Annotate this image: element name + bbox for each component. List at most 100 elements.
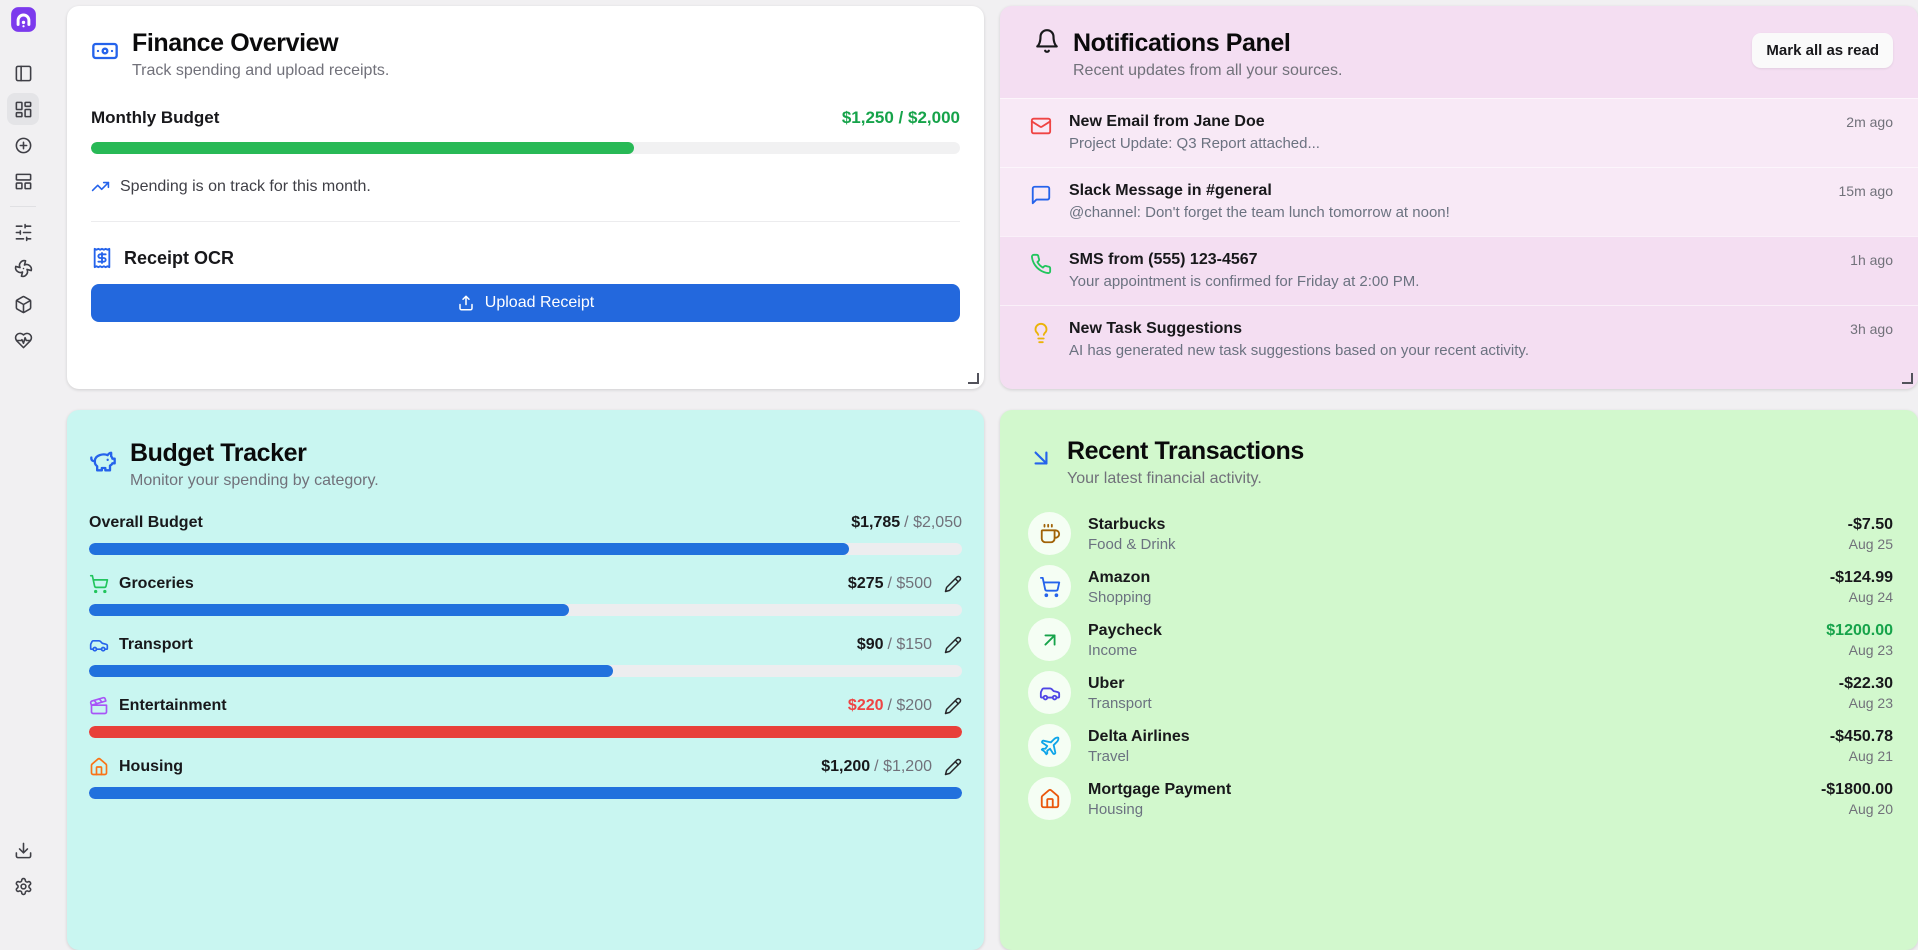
upload-receipt-button[interactable]: Upload Receipt bbox=[91, 284, 960, 322]
budget-title: Budget Tracker bbox=[130, 438, 379, 468]
transaction-name: Amazon bbox=[1088, 568, 1830, 587]
budget-row-housing: Housing $1,200/ $1,200 bbox=[89, 756, 962, 799]
budget-row-groceries: Groceries $275/ $500 bbox=[89, 573, 962, 616]
trending-up-icon bbox=[91, 177, 110, 196]
phone-icon bbox=[1030, 253, 1052, 275]
finance-subtitle: Track spending and upload receipts. bbox=[132, 61, 389, 80]
transaction-row-starbucks[interactable]: Starbucks Food & Drink -$7.50 Aug 25 bbox=[1028, 512, 1893, 555]
finance-title: Finance Overview bbox=[132, 28, 389, 58]
notification-title: SMS from (555) 123-4567 bbox=[1069, 250, 1850, 270]
app-logo-icon[interactable] bbox=[10, 6, 37, 33]
sidebar-item-layout-panels[interactable] bbox=[7, 165, 39, 197]
pencil-icon bbox=[944, 575, 962, 593]
notification-row-slack[interactable]: Slack Message in #general @channel: Don'… bbox=[1000, 167, 1918, 236]
edit-budget-button[interactable] bbox=[944, 575, 962, 593]
transaction-name: Mortgage Payment bbox=[1088, 780, 1821, 799]
sidebar-item-download[interactable] bbox=[7, 834, 39, 866]
pencil-icon bbox=[944, 758, 962, 776]
transaction-row-paycheck[interactable]: Paycheck Income $1200.00 Aug 23 bbox=[1028, 618, 1893, 661]
notifications-panel: Notifications Panel Recent updates from … bbox=[1000, 6, 1918, 389]
notification-row-email[interactable]: New Email from Jane Doe Project Update: … bbox=[1000, 98, 1918, 167]
sidebar bbox=[0, 0, 46, 912]
budget-row-label: Overall Budget bbox=[89, 514, 203, 532]
transaction-name: Uber bbox=[1088, 674, 1839, 693]
sidebar-item-add[interactable] bbox=[7, 129, 39, 161]
arrow-down-right-icon bbox=[1028, 445, 1054, 471]
finance-divider bbox=[91, 221, 960, 222]
sidebar-item-sliders[interactable] bbox=[7, 216, 39, 248]
transaction-row-delta[interactable]: Delta Airlines Travel -$450.78 Aug 21 bbox=[1028, 724, 1893, 767]
sidebar-item-fan[interactable] bbox=[7, 252, 39, 284]
banknote-icon bbox=[91, 37, 119, 65]
transaction-date: Aug 20 bbox=[1821, 801, 1893, 817]
notification-title: New Task Suggestions bbox=[1069, 319, 1850, 339]
edit-budget-button[interactable] bbox=[944, 697, 962, 715]
download-icon bbox=[14, 841, 33, 860]
budget-limit: / $200 bbox=[888, 697, 932, 714]
transaction-avatar bbox=[1028, 724, 1071, 767]
transaction-category: Housing bbox=[1088, 801, 1821, 818]
monthly-budget-progress-fill bbox=[91, 142, 634, 154]
budget-row-overall: Overall Budget $1,785/ $2,050 bbox=[89, 512, 962, 555]
budget-progressbar bbox=[89, 604, 962, 616]
transaction-amount: -$1800.00 bbox=[1821, 780, 1893, 799]
budget-progressbar bbox=[89, 787, 962, 799]
budget-tracker-panel: Budget Tracker Monitor your spending by … bbox=[67, 410, 984, 950]
transaction-amount: -$7.50 bbox=[1848, 515, 1893, 534]
transactions-title: Recent Transactions bbox=[1067, 436, 1304, 466]
coffee-icon bbox=[1039, 523, 1061, 545]
budget-spent: $1,785 bbox=[851, 514, 900, 531]
heart-pulse-icon bbox=[14, 331, 33, 350]
transaction-name: Paycheck bbox=[1088, 621, 1826, 640]
package-icon bbox=[14, 295, 33, 314]
shopping-cart-icon bbox=[1039, 576, 1061, 598]
transaction-date: Aug 23 bbox=[1839, 695, 1893, 711]
lightbulb-icon bbox=[1030, 322, 1052, 344]
transactions-subtitle: Your latest financial activity. bbox=[1067, 469, 1304, 488]
panel-resize-handle[interactable] bbox=[1902, 373, 1913, 384]
transaction-category: Transport bbox=[1088, 695, 1839, 712]
edit-budget-button[interactable] bbox=[944, 636, 962, 654]
budget-spent: $275 bbox=[848, 575, 884, 592]
car-icon bbox=[1039, 682, 1061, 704]
layout-panel-top-icon bbox=[14, 172, 33, 191]
transaction-amount: -$450.78 bbox=[1830, 727, 1893, 746]
transaction-date: Aug 24 bbox=[1830, 589, 1893, 605]
sidebar-item-dashboard[interactable] bbox=[7, 93, 39, 125]
budget-row-label: Groceries bbox=[119, 575, 194, 593]
transaction-row-uber[interactable]: Uber Transport -$22.30 Aug 23 bbox=[1028, 671, 1893, 714]
budget-limit: / $2,050 bbox=[904, 514, 962, 531]
transaction-category: Shopping bbox=[1088, 589, 1830, 606]
transaction-avatar bbox=[1028, 512, 1071, 555]
monthly-budget-label: Monthly Budget bbox=[91, 108, 219, 128]
notification-row-tasks[interactable]: New Task Suggestions AI has generated ne… bbox=[1000, 305, 1918, 374]
panel-left-icon bbox=[14, 64, 33, 83]
budget-progress-fill bbox=[89, 543, 849, 555]
notification-time: 2m ago bbox=[1846, 114, 1893, 130]
notification-row-sms[interactable]: SMS from (555) 123-4567 Your appointment… bbox=[1000, 236, 1918, 305]
clapperboard-icon bbox=[89, 696, 109, 716]
mark-all-read-button[interactable]: Mark all as read bbox=[1752, 33, 1893, 68]
transaction-avatar bbox=[1028, 777, 1071, 820]
transaction-category: Food & Drink bbox=[1088, 536, 1848, 553]
upload-receipt-label: Upload Receipt bbox=[485, 294, 594, 312]
transaction-category: Income bbox=[1088, 642, 1826, 659]
app-root: { "theme": { "page_bg": "#f1f0f2", "fina… bbox=[0, 0, 1918, 912]
sidebar-item-package[interactable] bbox=[7, 288, 39, 320]
notifications-title: Notifications Panel bbox=[1073, 28, 1739, 58]
plane-icon bbox=[1039, 735, 1061, 757]
transaction-row-mortgage[interactable]: Mortgage Payment Housing -$1800.00 Aug 2… bbox=[1028, 777, 1893, 820]
budget-row-entertainment: Entertainment $220/ $200 bbox=[89, 695, 962, 738]
pencil-icon bbox=[944, 697, 962, 715]
notification-title: Slack Message in #general bbox=[1069, 181, 1839, 201]
sidebar-item-settings[interactable] bbox=[7, 870, 39, 902]
circle-plus-icon bbox=[14, 136, 33, 155]
receipt-icon bbox=[91, 247, 113, 269]
finance-overview-panel: Finance Overview Track spending and uplo… bbox=[67, 6, 984, 389]
transaction-row-amazon[interactable]: Amazon Shopping -$124.99 Aug 24 bbox=[1028, 565, 1893, 608]
house-icon bbox=[1039, 788, 1061, 810]
sidebar-item-heart-pulse[interactable] bbox=[7, 324, 39, 356]
panel-resize-handle[interactable] bbox=[968, 373, 979, 384]
sidebar-item-panel-left[interactable] bbox=[7, 57, 39, 89]
edit-budget-button[interactable] bbox=[944, 758, 962, 776]
